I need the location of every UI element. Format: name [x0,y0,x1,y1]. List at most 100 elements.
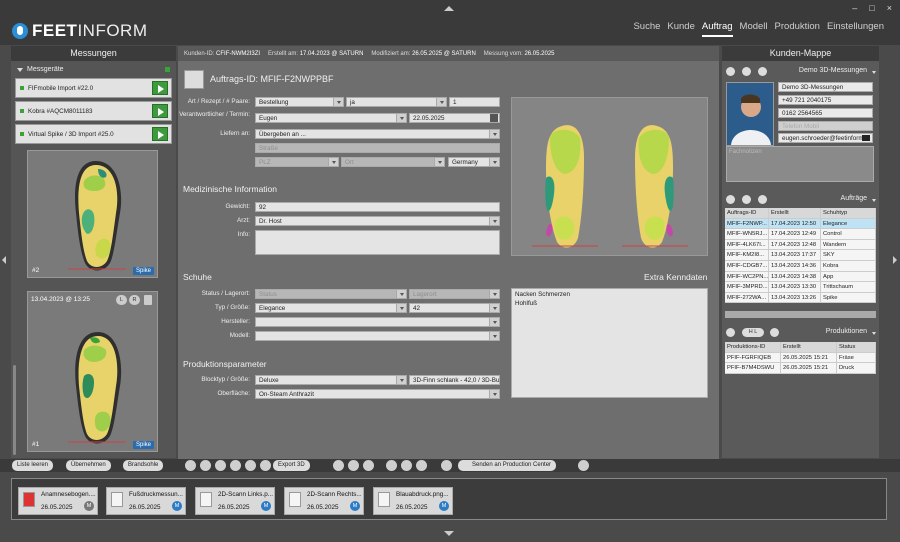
save-icon[interactable] [215,460,226,471]
play-icon[interactable] [333,460,344,471]
lagerort-select[interactable]: Lagerort [409,289,500,299]
scrollbar[interactable] [13,365,16,455]
lock-icon[interactable] [416,460,427,471]
fachnotizen-textarea[interactable]: Fachnotizen [726,146,874,182]
mail-icon[interactable] [862,135,870,141]
collapse-left-icon[interactable] [2,256,6,264]
table-row[interactable]: PFIF-B7M4DSWU 26.05.2025 15:21 Druck [725,363,876,374]
contact-mobile[interactable]: 0162 2564565 [778,108,873,118]
device-item[interactable]: Kobra #AQCM8011183 [15,101,172,121]
paare-input[interactable]: 1 [449,97,500,107]
table-row[interactable]: MFIF-WC2PN... 13.04.2023 14:38 App [725,271,876,283]
table-row[interactable]: PFIF-FGRFIQEB 26.05.2025 15:21 Fräse [725,352,876,364]
measure-select[interactable]: Demo 3D-Messungen [799,67,867,74]
document-icon[interactable] [386,460,397,471]
nav-suche[interactable]: Suche [633,21,660,37]
gear-icon[interactable] [726,328,735,337]
nav-einstellungen[interactable]: Einstellungen [827,21,884,37]
export-3d-button[interactable]: Export 3D [273,460,310,471]
column-header[interactable]: Erstellt [769,208,821,218]
art-select[interactable]: Bestellung [255,97,344,107]
table-row[interactable]: MFIF-CDGB7... 13.04.2023 14:36 Kobra [725,260,876,272]
scan-card[interactable]: 13.04.2023 @ 13:25 L R #1 Spike [27,291,158,452]
ort-input[interactable]: Ort [341,157,445,167]
refresh-icon[interactable] [758,67,767,76]
column-header[interactable]: Status [837,342,876,352]
groesse-select[interactable]: 42 [409,303,500,313]
modell-select[interactable] [255,331,500,341]
block-size-input[interactable]: 3D-Finn schlank - 42,0 / 3D-Bu [409,375,500,385]
print-icon[interactable] [230,460,241,471]
document-mark-badge[interactable]: M [261,501,271,511]
typ-select[interactable]: Elegance [255,303,407,313]
clear-list-button[interactable]: Liste leeren [12,460,54,471]
device-item[interactable]: FIFmobile Import #22.0 [15,78,172,98]
land-select[interactable]: Germany [448,157,500,167]
scan-card[interactable]: #2 Spike [27,150,158,278]
refresh-icon[interactable] [770,328,779,337]
hl-toggle[interactable]: H L [742,328,764,337]
send-production-button[interactable]: Senden an Production Center [458,460,557,471]
play-icon[interactable] [152,127,168,141]
document-tile[interactable]: 2D-Scann Rechts... 26.05.2025 M [284,487,364,515]
plz-input[interactable]: PLZ [255,157,339,167]
document-tile[interactable]: Anamnesebogen.... 26.05.2025 M [18,487,98,515]
device-item[interactable]: Virtual Spike / 3D Import #25.0 [15,124,172,144]
column-header[interactable]: Erstellt [781,342,837,352]
chevron-down-icon[interactable] [872,332,876,335]
collapse-down-icon[interactable] [444,531,454,536]
document-tile[interactable]: Fußdruckmessun... 26.05.2025 M [106,487,186,515]
contact-mobile-placeholder[interactable]: Telefon Mobil [778,121,873,131]
nav-kunde[interactable]: Kunde [667,21,694,37]
table-row[interactable]: MFIF-F2NWP... 17.04.2023 12:50 Elegance [725,218,876,230]
nav-auftrag[interactable]: Auftrag [701,21,733,37]
nav-produktion[interactable]: Produktion [775,21,820,37]
collapse-right-icon[interactable] [893,256,897,264]
cancel-icon[interactable] [363,460,374,471]
add-icon[interactable] [185,460,196,471]
contact-email[interactable]: eugen.schroeder@feetinform... [778,133,873,143]
add-icon[interactable] [726,67,735,76]
gewicht-input[interactable]: 92 [255,202,500,212]
document-tile[interactable]: Blauabdruck.png... 26.05.2025 M [373,487,453,515]
nav-modell[interactable]: Modell [740,21,768,37]
horizontal-scrollbar[interactable] [725,311,876,318]
printer-icon[interactable] [578,460,589,471]
table-row[interactable]: MFIF-4LK67I... 17.04.2023 12:48 Wandern [725,239,876,251]
calendar-icon[interactable] [490,114,498,122]
gear-icon[interactable] [742,195,751,204]
document-mark-badge[interactable]: M [439,501,449,511]
accept-button[interactable]: Übernehmen [66,460,111,471]
document-mark-badge[interactable]: M [84,501,94,511]
column-header[interactable]: Auftrags-ID [725,208,769,218]
contact-name[interactable]: Demo 3D-Messungen [778,82,873,92]
column-header[interactable]: Schuhtyp [821,208,876,218]
liefern-select[interactable]: Übergeben an ... [255,129,500,139]
insole-button[interactable]: Brandsohle [123,460,164,471]
document-mark-badge[interactable]: M [172,501,182,511]
block-select[interactable]: Deluxe [255,375,407,385]
strasse-input[interactable]: Straße [255,143,500,153]
undo-icon[interactable] [245,460,256,471]
hersteller-select[interactable] [255,317,500,327]
table-row[interactable]: MFIF-3MPRD... 13.04.2023 13:30 Trittschaum [725,282,876,293]
collapse-up-icon[interactable] [444,6,454,11]
termin-input[interactable]: 22.05.2025 [409,113,500,123]
column-header[interactable]: Produktions-ID [725,342,781,352]
extra-notes-textarea[interactable]: Nacken Schmerzen Hohlfuß [511,288,708,398]
info-textarea[interactable] [255,230,500,255]
close-window-button[interactable]: × [887,3,892,13]
arzt-select[interactable]: Dr. Host [255,216,500,226]
camera-icon[interactable] [401,460,412,471]
devices-header[interactable]: Messgeräte [11,61,176,78]
chevron-down-icon[interactable] [872,199,876,202]
play-icon[interactable] [152,81,168,95]
check-icon[interactable] [348,460,359,471]
document-tile[interactable]: 2D-Scann Links.p... 26.05.2025 M [195,487,275,515]
table-row[interactable]: MFIF-272WA... 13.04.2023 13:26 Spike [725,292,876,304]
status-select[interactable]: Status [255,289,407,299]
gear-icon[interactable] [742,67,751,76]
oberflaeche-select[interactable]: On-Steam Anthrazit [255,389,500,399]
maximize-button[interactable]: □ [869,3,874,13]
table-row[interactable]: MFIF-KM2I8... 13.04.2023 17:37 SKY [725,250,876,261]
